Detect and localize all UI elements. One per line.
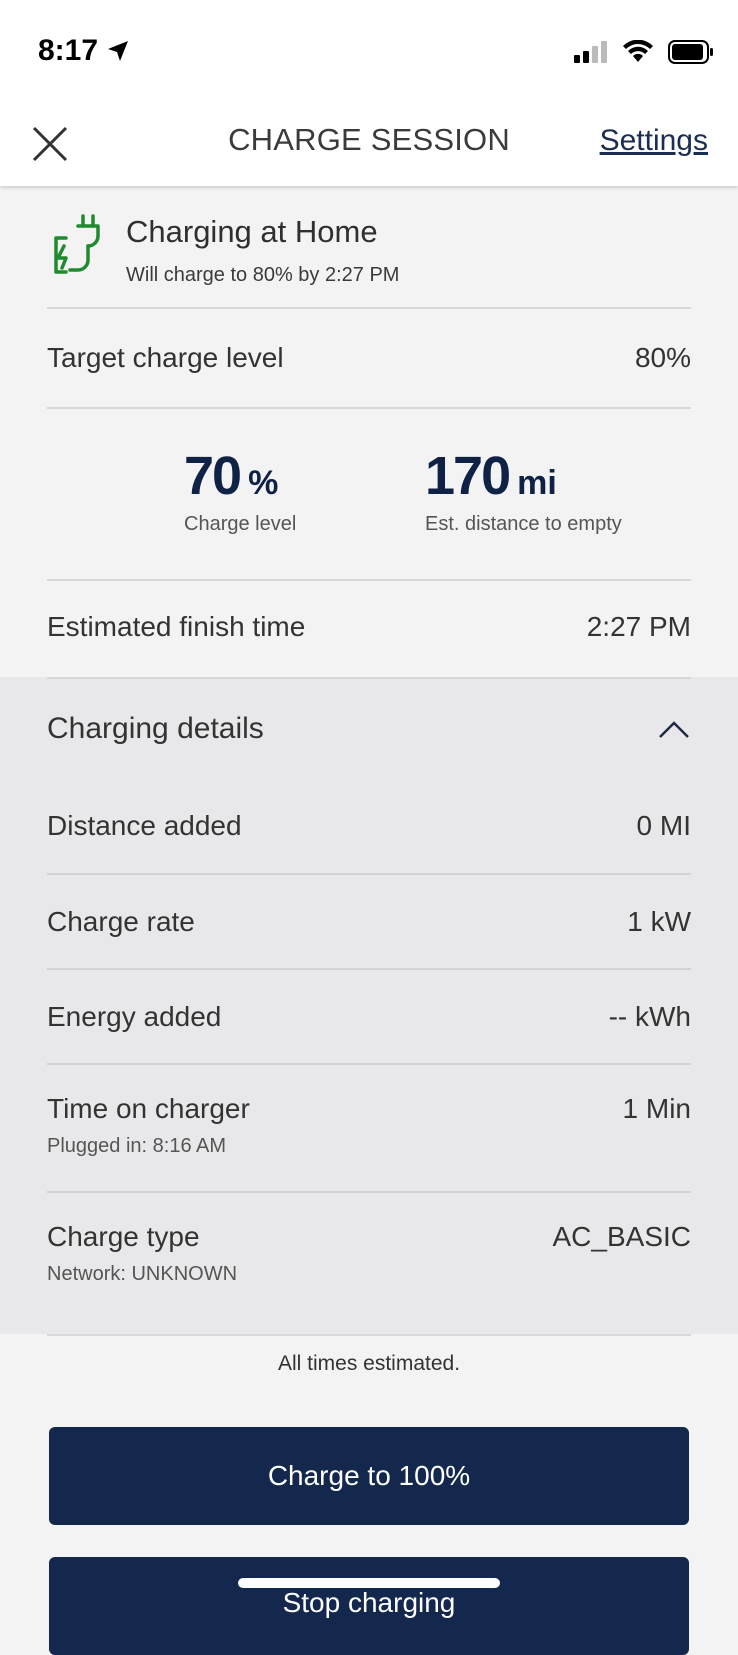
- status-icons: [574, 40, 714, 64]
- estimate-footnote: All times estimated.: [277, 1352, 461, 1375]
- charge-level-unit: %: [248, 464, 279, 502]
- status-time: 8:17: [38, 34, 130, 68]
- cellular-signal-icon: [574, 41, 607, 63]
- charge-rate-row: Charge rate 1 kW: [47, 875, 691, 970]
- detail-label: Energy added: [47, 1000, 222, 1032]
- charge-stats: 70% Charge level 170 mi Est. distance to …: [47, 407, 691, 579]
- time-on-charger-row: Time on charger Plugged in: 8:16 AM 1 Mi…: [47, 1065, 691, 1193]
- detail-value: 1 kW: [627, 905, 691, 937]
- finish-time-label: Estimated finish time: [47, 611, 306, 642]
- charge-level-label: Charge level: [184, 513, 297, 535]
- detail-value: AC_BASIC: [552, 1221, 692, 1252]
- charging-plug-icon: [54, 214, 100, 274]
- settings-link[interactable]: Settings: [600, 124, 708, 158]
- divider: [47, 1334, 691, 1336]
- charge-level-stat: 70% Charge level: [184, 445, 296, 536]
- nav-bar: CHARGE SESSION Settings: [0, 104, 738, 186]
- charging-location-title: Charging at Home: [126, 214, 378, 249]
- distance-label: Est. distance to empty: [425, 513, 622, 535]
- estimated-finish-row: Estimated finish time 2:27 PM: [47, 579, 691, 673]
- charge-type-row: Charge type Network: UNKNOWN AC_BASIC: [47, 1193, 691, 1321]
- distance-stat: 170 mi Est. distance to empty: [425, 445, 622, 536]
- charging-details-toggle[interactable]: Charging details: [47, 677, 691, 779]
- location-arrow-icon: [108, 41, 129, 61]
- chevron-up-icon[interactable]: [657, 717, 691, 741]
- home-indicator: [238, 1578, 500, 1588]
- battery-icon: [668, 40, 713, 64]
- clock: 8:17: [38, 34, 99, 67]
- distance-unit: mi: [517, 464, 557, 502]
- charge-level-value: 70: [184, 446, 242, 506]
- wifi-icon: [623, 40, 653, 62]
- charging-details-title: Charging details: [47, 712, 264, 745]
- detail-label: Distance added: [47, 810, 242, 841]
- status-bar: 8:17: [0, 0, 738, 104]
- target-charge-level-row[interactable]: Target charge level 80%: [47, 307, 691, 407]
- stop-charging-button[interactable]: Stop charging: [49, 1557, 689, 1655]
- distance-value: 170: [425, 446, 511, 506]
- charging-details-section: Charging details Distance added 0 MI Cha…: [0, 677, 738, 1334]
- target-charge-value: 80%: [634, 342, 691, 373]
- detail-value: -- kWh: [608, 1000, 691, 1032]
- plugged-in-time: Plugged in: 8:16 AM: [47, 1135, 227, 1157]
- detail-value: 1 Min: [622, 1093, 691, 1124]
- network-info: Network: UNKNOWN: [47, 1263, 238, 1285]
- charge-session-content: Charging at Home Will charge to 80% by 2…: [0, 186, 738, 673]
- charging-summary: Will charge to 80% by 2:27 PM: [126, 264, 400, 286]
- target-charge-label: Target charge level: [47, 342, 284, 373]
- energy-added-row: Energy added -- kWh: [47, 970, 691, 1065]
- finish-time-value: 2:27 PM: [586, 611, 691, 642]
- charge-to-100-button[interactable]: Charge to 100%: [49, 1427, 689, 1525]
- charging-status-header: Charging at Home Will charge to 80% by 2…: [0, 186, 738, 307]
- detail-label: Charge type: [47, 1221, 200, 1252]
- detail-label: Charge rate: [47, 905, 195, 937]
- detail-label: Time on charger: [47, 1093, 250, 1124]
- detail-value: 0 MI: [636, 810, 691, 841]
- distance-added-row: Distance added 0 MI: [47, 779, 691, 875]
